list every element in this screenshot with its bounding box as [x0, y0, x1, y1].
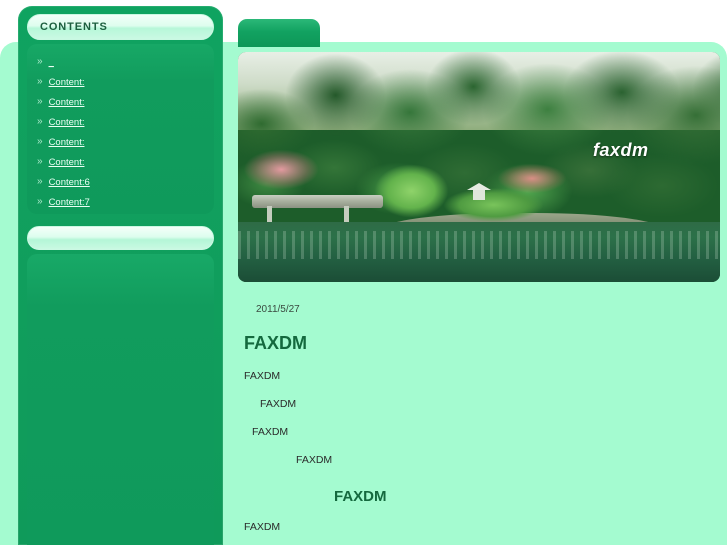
sidebar-item-label[interactable]: Content:7 [49, 197, 90, 208]
chevron-right-icon: » [37, 136, 43, 147]
sidebar-secondary-panel [27, 254, 214, 545]
sidebar-item-label[interactable]: Content: [49, 117, 85, 128]
post-title: FAXDM [244, 333, 307, 353]
sidebar-item-6[interactable]: » Content:6 [27, 172, 214, 192]
pagoda-body [472, 190, 485, 201]
article-subtitle: FAXDM [334, 488, 387, 505]
chevron-right-icon: » [37, 176, 43, 187]
hero-island-tree [430, 180, 557, 227]
page-root: CONTENTS » _ » Content: » Content: » Con… [0, 0, 727, 545]
article-paragraph: FAXDM [244, 521, 281, 533]
content-top-tab[interactable] [238, 19, 320, 47]
hero-pink-blossom-left [238, 144, 335, 195]
sidebar: CONTENTS » _ » Content: » Content: » Con… [18, 6, 223, 545]
sidebar-item-1[interactable]: » Content: [27, 72, 214, 92]
sidebar-title-label: CONTENTS [40, 21, 108, 33]
hero-bridge [252, 194, 383, 209]
main-content: faxdm 2011/5/27 FAXDM FAXDM FAXDM FAXDM … [238, 52, 720, 545]
pagoda-roof [466, 183, 491, 191]
sidebar-item-0[interactable]: » _ [27, 52, 214, 72]
chevron-right-icon: » [37, 56, 43, 67]
hero-photo: faxdm [238, 52, 720, 282]
article: 2011/5/27 FAXDM FAXDM FAXDM FAXDM FAXDM … [238, 282, 720, 545]
article-paragraph: FAXDM [296, 454, 333, 466]
sidebar-item-label[interactable]: Content: [49, 97, 85, 108]
hero-watermark-label: faxdm [593, 140, 649, 160]
article-paragraph: FAXDM [260, 398, 297, 410]
chevron-right-icon: » [37, 96, 43, 107]
article-paragraph: FAXDM [244, 370, 281, 382]
sidebar-item-label[interactable]: _ [49, 57, 54, 68]
chevron-right-icon: » [37, 156, 43, 167]
chevron-right-icon: » [37, 76, 43, 87]
sidebar-item-2[interactable]: » Content: [27, 92, 214, 112]
sidebar-item-5[interactable]: » Content: [27, 152, 214, 172]
sidebar-item-label[interactable]: Content: [49, 137, 85, 148]
sidebar-item-7[interactable]: » Content:7 [27, 192, 214, 212]
chevron-right-icon: » [37, 116, 43, 127]
sidebar-title-bar: CONTENTS [27, 14, 214, 40]
hero-water-reflection [238, 231, 720, 259]
sidebar-nav-list: » _ » Content: » Content: » Content: » C… [27, 44, 214, 214]
sidebar-item-label[interactable]: Content:6 [49, 177, 90, 188]
hero-pagoda-icon [466, 183, 491, 201]
sidebar-item-4[interactable]: » Content: [27, 132, 214, 152]
article-paragraph: FAXDM [252, 426, 289, 438]
sidebar-item-label[interactable]: Content: [49, 77, 85, 88]
sidebar-secondary-title-bar [27, 226, 214, 250]
sidebar-item-3[interactable]: » Content: [27, 112, 214, 132]
post-date: 2011/5/27 [256, 304, 300, 315]
sidebar-item-label[interactable]: Content: [49, 157, 85, 168]
chevron-right-icon: » [37, 196, 43, 207]
